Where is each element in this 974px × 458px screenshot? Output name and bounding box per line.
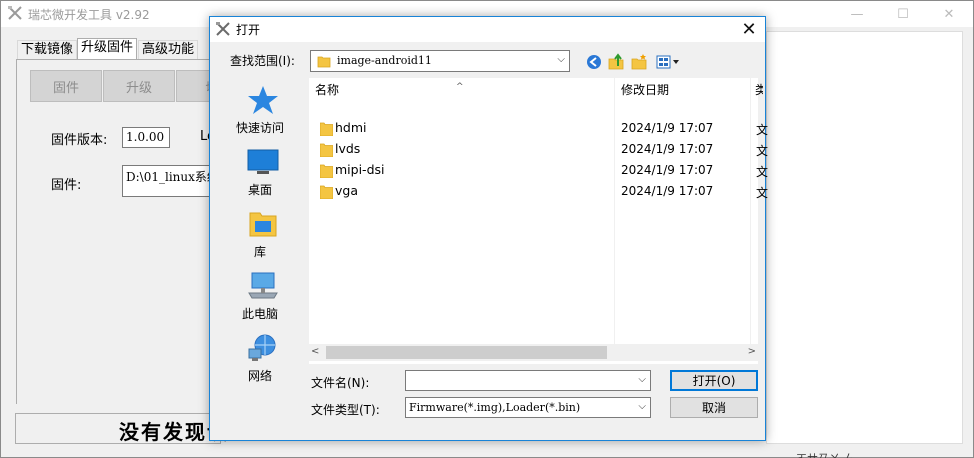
- firmware-version-field: 1.0.00: [122, 127, 170, 148]
- file-date: 2024/1/9 17:07: [621, 121, 714, 135]
- file-row[interactable]: hdmi 2024/1/9 17:07 文: [309, 118, 768, 139]
- dialog-close-button[interactable]: ✕: [736, 18, 762, 40]
- open-file-dialog: 打开 ✕ 查找范围(I): image-android11 ⌵ 快速访问 桌面 …: [209, 16, 768, 441]
- place-label: 桌面: [247, 183, 272, 197]
- tab-download-image[interactable]: 下载镜像: [17, 40, 78, 60]
- firmware-path-label: 固件:: [51, 178, 82, 193]
- back-arrow-icon: [587, 55, 601, 69]
- chevron-down-icon: ⌵: [557, 54, 565, 65]
- place-label: 库: [253, 245, 266, 259]
- log-panel: [766, 31, 963, 444]
- view-menu-icon: [656, 55, 679, 69]
- file-row[interactable]: vga 2024/1/9 17:07 文: [309, 181, 768, 202]
- look-in-dropdown[interactable]: image-android11 ⌵: [310, 50, 570, 72]
- file-name: vga: [335, 183, 358, 198]
- star-icon: [248, 86, 278, 114]
- column-header-name[interactable]: 名称 ^: [309, 78, 615, 102]
- maximize-button[interactable]: ☐: [880, 1, 926, 27]
- look-in-value: image-android11: [337, 54, 432, 67]
- file-type: 文: [756, 186, 769, 200]
- firmware-button[interactable]: 固件: [30, 70, 102, 102]
- file-list[interactable]: 名称 ^ 修改日期 类 hdmi 2024/1/9 17:07 文 lvds 2…: [309, 78, 768, 364]
- new-folder-button[interactable]: [629, 52, 649, 72]
- scroll-left-icon[interactable]: <: [311, 346, 319, 357]
- tools-icon: [8, 6, 22, 20]
- filename-label: 文件名(N):: [311, 376, 370, 390]
- desktop-icon: [247, 149, 279, 174]
- filetype-label: 文件类型(T):: [311, 403, 380, 417]
- place-quick-access[interactable]: 快速访问: [220, 79, 306, 139]
- column-header-date[interactable]: 修改日期: [615, 78, 751, 102]
- folder-icon: [320, 143, 333, 157]
- up-folder-icon: [608, 53, 624, 70]
- scrollbar-thumb[interactable]: [326, 346, 607, 359]
- place-label: 此电脑: [241, 307, 278, 321]
- chevron-down-icon[interactable]: ⌵: [638, 374, 646, 385]
- horizontal-scrollbar[interactable]: < >: [309, 344, 758, 361]
- places-bar: 快速访问 桌面 库 此电脑 网络: [220, 73, 306, 383]
- place-network[interactable]: 网络: [220, 327, 306, 387]
- file-date: 2024/1/9 17:07: [621, 142, 714, 156]
- folder-icon: [317, 56, 331, 68]
- column-header-type[interactable]: 类: [751, 78, 763, 102]
- network-icon: [248, 334, 276, 361]
- main-window-title: 瑞芯微开发工具 v2.92: [28, 8, 150, 22]
- upgrade-panel-inner: 固件 升级 切 固件版本: 1.0.00 Lo 固件: D:\01_linux系…: [17, 60, 248, 405]
- firmware-version-label: 固件版本:: [51, 133, 108, 148]
- log-text-fragment: ㄛㄝㄢㄨ ㄙ: [796, 450, 855, 458]
- back-button[interactable]: [584, 52, 604, 72]
- chevron-down-icon: ⌵: [638, 401, 646, 412]
- place-desktop[interactable]: 桌面: [220, 141, 306, 201]
- open-button[interactable]: 打开(O): [670, 370, 758, 391]
- file-name: mipi-dsi: [335, 162, 385, 177]
- filetype-dropdown[interactable]: Firmware(*.img),Loader(*.bin) ⌵: [405, 397, 651, 418]
- filetype-value: Firmware(*.img),Loader(*.bin): [409, 401, 581, 414]
- upgrade-button[interactable]: 升级: [103, 70, 175, 102]
- file-row[interactable]: lvds 2024/1/9 17:07 文: [309, 139, 768, 160]
- tab-upgrade-firmware[interactable]: 升级固件: [77, 38, 138, 60]
- folder-icon: [320, 185, 333, 199]
- place-label: 网络: [247, 369, 272, 383]
- minimize-button[interactable]: —: [834, 1, 880, 27]
- place-label: 快速访问: [235, 121, 284, 135]
- dialog-title: 打开: [236, 23, 261, 37]
- file-type: 文: [756, 165, 769, 179]
- up-folder-button[interactable]: [606, 52, 626, 72]
- view-menu-button[interactable]: [654, 52, 682, 72]
- close-icon: ✕: [741, 18, 757, 40]
- file-type: 文: [756, 123, 769, 137]
- place-libraries[interactable]: 库: [220, 203, 306, 263]
- file-date: 2024/1/9 17:07: [621, 163, 714, 177]
- file-name: lvds: [335, 141, 361, 156]
- new-folder-icon: [631, 54, 647, 70]
- place-this-pc[interactable]: 此电脑: [220, 265, 306, 325]
- column-header-name-label: 名称: [315, 83, 340, 97]
- sort-ascending-icon: ^: [456, 82, 464, 92]
- computer-icon: [248, 272, 278, 299]
- cancel-button[interactable]: 取消: [670, 397, 758, 418]
- folder-icon: [320, 122, 333, 136]
- file-type: 文: [756, 144, 769, 158]
- library-icon: [249, 212, 277, 237]
- dialog-titlebar[interactable]: 打开 ✕: [210, 17, 765, 42]
- look-in-label: 查找范围(I):: [230, 54, 295, 68]
- file-name: hdmi: [335, 120, 367, 135]
- tools-icon: [216, 22, 230, 36]
- file-row[interactable]: mipi-dsi 2024/1/9 17:07 文: [309, 160, 768, 181]
- file-list-header: 名称 ^ 修改日期 类: [309, 78, 763, 102]
- close-button[interactable]: ✕: [926, 1, 972, 27]
- folder-icon: [320, 164, 333, 178]
- filename-input[interactable]: ⌵: [405, 370, 651, 391]
- upgrade-panel: 固件 升级 切 固件版本: 1.0.00 Lo 固件: D:\01_linux系…: [16, 59, 248, 405]
- scroll-right-icon[interactable]: >: [748, 346, 756, 357]
- file-date: 2024/1/9 17:07: [621, 184, 714, 198]
- firmware-path-field: D:\01_linux系统: [122, 165, 222, 197]
- status-bar: 没有发现设: [15, 413, 227, 444]
- tab-advanced[interactable]: 高级功能: [138, 40, 199, 60]
